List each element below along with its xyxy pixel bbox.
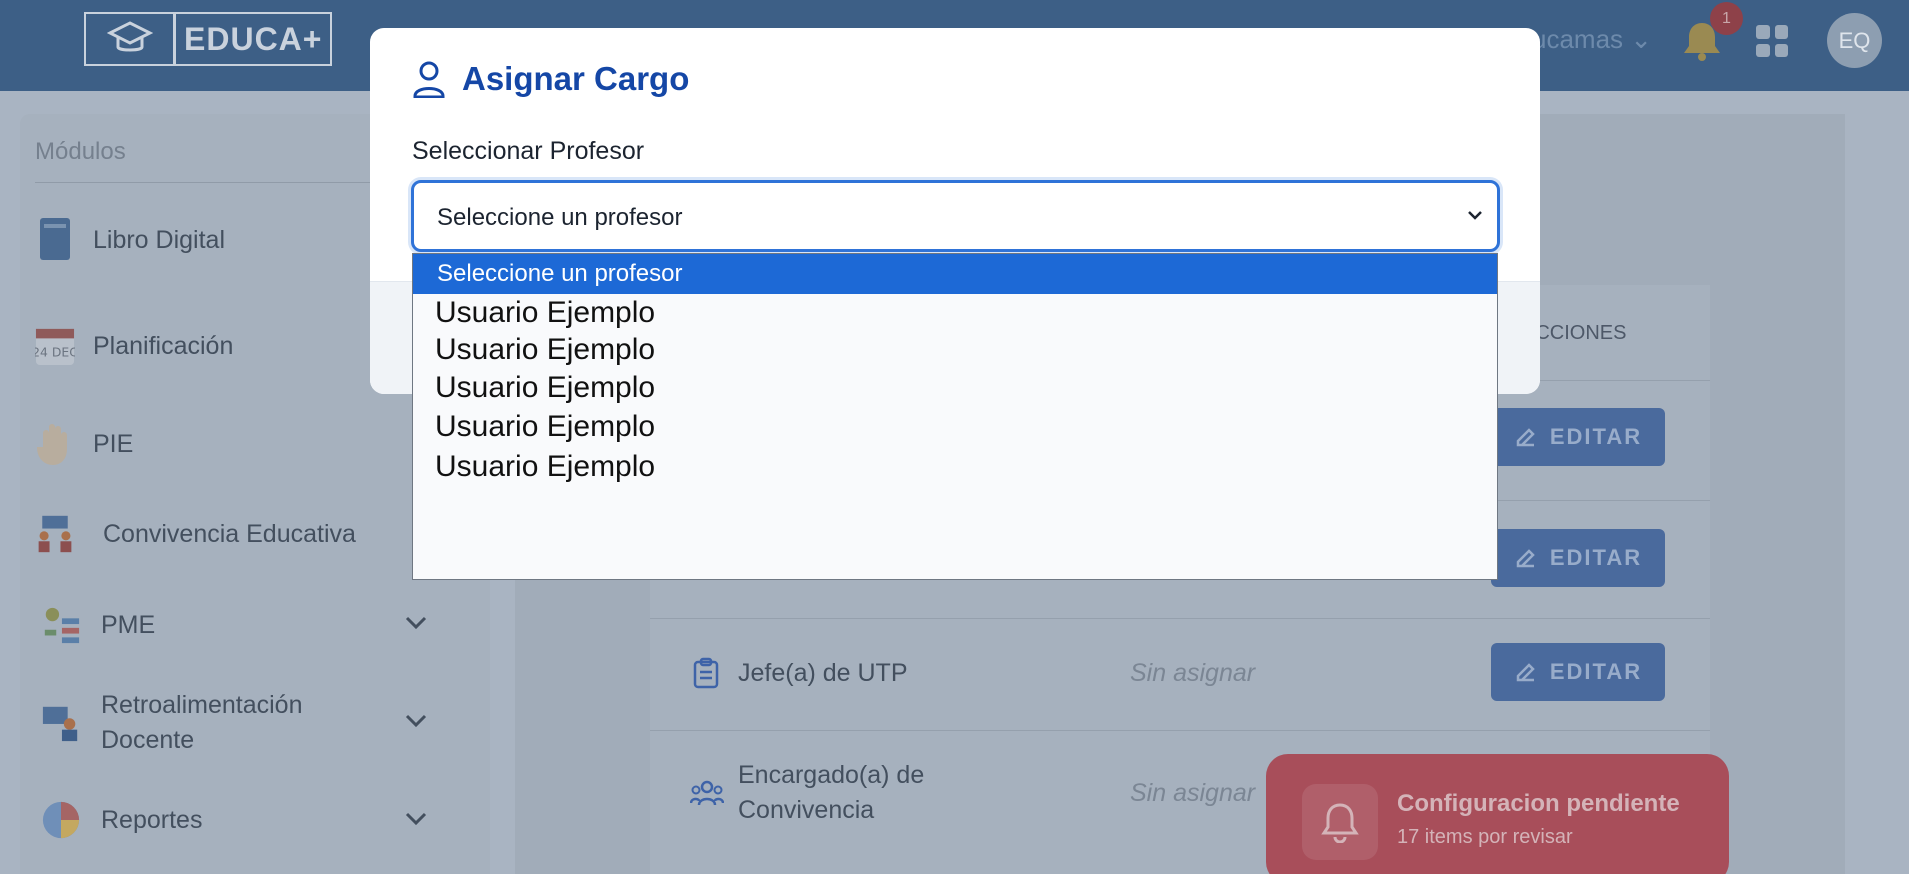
user-menu-label: ucamas [1532,24,1624,54]
bell-icon [1302,784,1378,860]
edit-icon [1516,549,1535,568]
modal-header: Asignar Cargo [412,60,689,98]
dropdown-option[interactable]: Usuario Ejemplo [435,410,655,444]
user-menu[interactable]: ucamas ⌄ [1532,24,1652,55]
dropdown-option-selected[interactable]: Seleccione un profesor [413,254,1497,294]
sidebar-item-pme[interactable]: PME [41,601,155,649]
edit-button[interactable]: EDITAR [1491,529,1665,587]
sidebar-item-libro-digital[interactable]: Libro Digital [35,216,225,264]
role-value: Sin asignar [1130,659,1256,687]
teacher-dropdown-list: Seleccione un profesor Usuario Ejemplo U… [412,253,1498,580]
sidebar-item-pie[interactable]: PIE [35,420,133,468]
sidebar-item-label: Retroalimentación Docente [101,691,303,754]
role-value: Sin asignar [1130,779,1256,807]
chevron-down-icon: ⌄ [1630,24,1653,54]
graduation-cap-icon [86,14,176,64]
chevron-down-icon [1468,211,1482,220]
role-label: Jefe(a) de UTP [738,659,908,687]
people-board-icon [35,510,75,558]
edit-icon [1516,663,1535,682]
apps-grid-icon[interactable] [1756,25,1788,57]
sidebar-item-label: Libro Digital [93,225,226,254]
edit-button[interactable]: EDITAR [1491,643,1665,701]
chevron-down-icon[interactable] [405,806,427,832]
modal-title: Asignar Cargo [462,60,690,97]
users-group-icon [689,777,725,809]
book-icon [35,216,75,264]
edit-icon [1516,428,1535,447]
edit-button[interactable]: EDITAR [1491,408,1665,466]
edit-button-label: EDITAR [1549,659,1643,684]
sidebar-item-label: PIE [93,429,134,458]
calendar-icon: 24 DEC [35,322,75,370]
chevron-down-icon[interactable] [405,708,427,734]
dropdown-option[interactable]: Usuario Ejemplo [435,450,655,484]
svg-text:24 DEC: 24 DEC [35,345,75,359]
teacher-select-value: Seleccione un profesor [437,204,683,231]
sidebar-item-reportes[interactable]: Reportes [41,796,202,844]
hand-icon [35,420,75,468]
dropdown-option[interactable]: Usuario Ejemplo [435,371,655,405]
sidebar-divider [35,182,395,183]
teacher-icon [41,699,81,747]
logo-text: EDUCA+ [184,21,323,57]
user-icon [413,61,445,98]
gear-list-icon [41,601,81,649]
sidebar-item-label: PME [101,610,156,639]
avatar[interactable]: EQ [1827,13,1882,68]
row-divider [650,618,1710,619]
sidebar-title: Módulos [35,138,126,165]
role-label: Encargado(a) de Convivencia [738,761,925,824]
app-logo[interactable]: EDUCA+ [84,12,333,66]
toast-subtitle: 17 items por revisar [1397,826,1573,848]
dropdown-option[interactable]: Usuario Ejemplo [435,296,655,330]
sidebar-item-planificacion[interactable]: 24 DEC Planificación [35,322,233,370]
sidebar-item-label: Reportes [101,805,203,834]
select-teacher-label: Seleccionar Profesor [412,137,645,165]
sidebar-item-convivencia[interactable]: Convivencia Educativa [35,510,356,558]
edit-button-label: EDITAR [1549,424,1643,449]
edit-button-label: EDITAR [1549,545,1643,570]
sidebar-item-label: Convivencia Educativa [103,519,356,548]
pending-config-toast[interactable]: Configuracion pendiente 17 items por rev… [1266,754,1729,874]
sidebar-item-retroalimentacion[interactable]: Retroalimentación Docente [41,688,331,758]
dropdown-option[interactable]: Usuario Ejemplo [435,333,655,367]
clipboard-icon [690,657,722,689]
teacher-select[interactable]: Seleccione un profesor [411,180,1500,252]
toast-title: Configuracion pendiente [1397,790,1680,817]
row-divider [650,730,1710,731]
chevron-down-icon[interactable] [405,610,427,636]
sidebar-item-label: Planificación [93,331,234,360]
notification-badge: 1 [1710,2,1743,35]
pie-chart-icon [41,796,81,844]
